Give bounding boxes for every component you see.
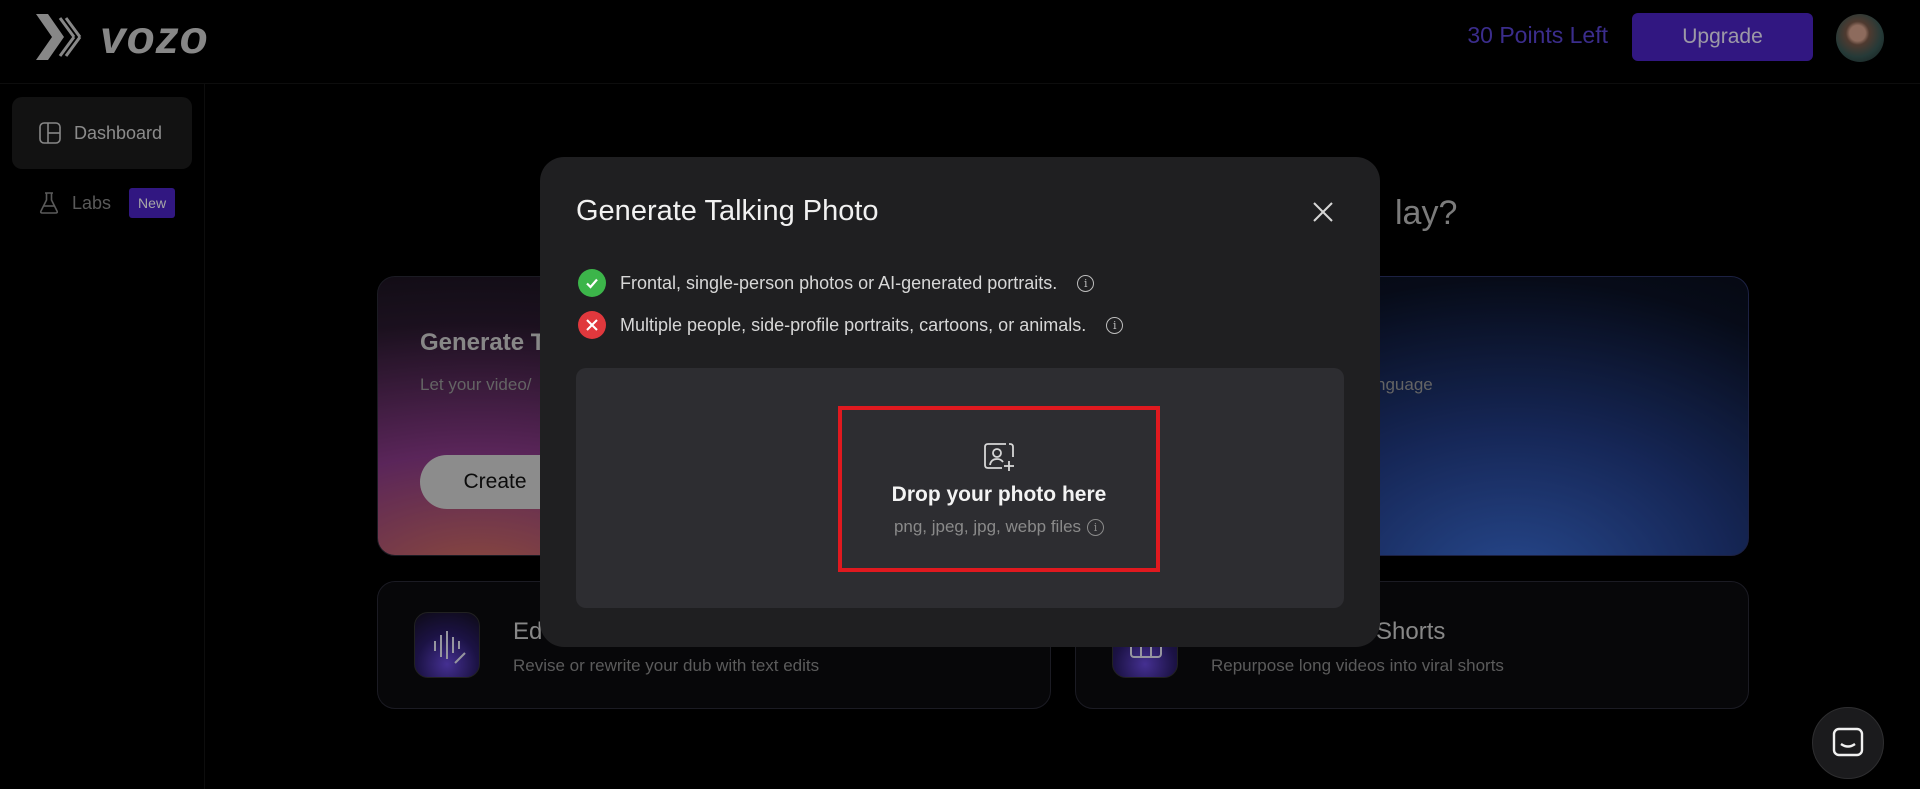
add-photo-icon bbox=[984, 443, 1014, 471]
check-icon bbox=[578, 269, 606, 297]
dropzone-formats: png, jpeg, jpg, webp files i bbox=[893, 517, 1105, 537]
dropzone-formats-text: png, jpeg, jpg, webp files bbox=[893, 517, 1082, 536]
info-icon[interactable]: i bbox=[1106, 316, 1124, 334]
rule-allowed: Frontal, single-person photos or AI-gene… bbox=[578, 269, 1095, 297]
talking-photo-modal: Generate Talking Photo Frontal, single-p… bbox=[540, 157, 1380, 647]
chat-support-button[interactable] bbox=[1812, 707, 1884, 779]
info-icon[interactable]: i bbox=[1087, 518, 1105, 536]
x-icon bbox=[578, 311, 606, 339]
chat-icon bbox=[1832, 727, 1864, 757]
rule-disallowed-text: Multiple people, side-profile portraits,… bbox=[620, 314, 1087, 335]
rule-allowed-text: Frontal, single-person photos or AI-gene… bbox=[620, 272, 1058, 293]
info-icon[interactable]: i bbox=[1077, 274, 1095, 292]
drop-target-highlight[interactable]: Drop your photo here png, jpeg, jpg, web… bbox=[838, 406, 1160, 572]
rule-disallowed: Multiple people, side-profile portraits,… bbox=[578, 311, 1124, 339]
close-icon bbox=[1313, 202, 1333, 222]
app-root: vozo 30 Points Left Upgrade Dashboard La… bbox=[0, 0, 1920, 789]
photo-dropzone[interactable]: Drop your photo here png, jpeg, jpg, web… bbox=[576, 368, 1344, 608]
dropzone-title: Drop your photo here bbox=[891, 483, 1107, 506]
close-button[interactable] bbox=[1308, 197, 1338, 227]
modal-title: Generate Talking Photo bbox=[576, 195, 879, 227]
